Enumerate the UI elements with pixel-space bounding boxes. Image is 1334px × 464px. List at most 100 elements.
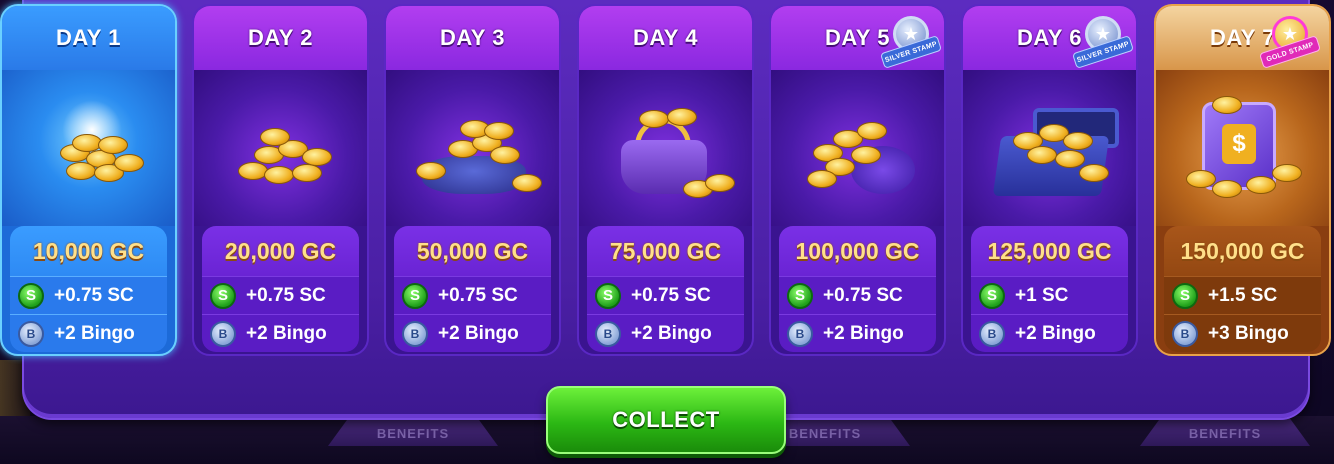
- bingo-text: +2 Bingo: [438, 322, 519, 344]
- coin-icon: [490, 146, 520, 164]
- gold-coins-amount: 10,000 GC: [10, 226, 167, 276]
- day-card-header: DAY 4: [579, 6, 752, 70]
- coin-icon: [667, 108, 697, 126]
- day-card-7[interactable]: DAY 7 $ ★ GOLD STAMP 150,000 GC S +1.5 S…: [1154, 4, 1331, 356]
- bingo-reward: B +2 Bingo: [779, 314, 936, 352]
- day-card-header: DAY 1: [2, 6, 175, 70]
- coin-icon: [1212, 96, 1242, 114]
- bingo-ball-icon: B: [402, 320, 428, 347]
- gold-coins-amount: 50,000 GC: [394, 226, 551, 276]
- collect-button[interactable]: COLLECT: [546, 386, 786, 454]
- coin-icon: [264, 166, 294, 184]
- dollar-sign-icon: $: [1222, 124, 1256, 164]
- bingo-text: +2 Bingo: [246, 322, 327, 344]
- sweeps-coin-icon: S: [18, 282, 44, 309]
- coin-icon: [1055, 150, 1085, 168]
- coin-icon: [98, 136, 128, 154]
- coin-icon: [1027, 146, 1057, 164]
- sweeps-coins-text: +0.75 SC: [246, 284, 326, 306]
- coin-icon: [260, 128, 290, 146]
- gold-coins-amount: 125,000 GC: [971, 226, 1128, 276]
- coin-icon: [807, 170, 837, 188]
- collect-button-label: COLLECT: [612, 407, 720, 432]
- benefits-tab[interactable]: BENEFITS: [328, 418, 498, 446]
- coin-icon: [1272, 164, 1302, 182]
- day-label: DAY 1: [56, 25, 121, 50]
- sweeps-coins-text: +0.75 SC: [54, 284, 134, 306]
- sweeps-coins-text: +0.75 SC: [438, 284, 518, 306]
- day-card-3[interactable]: DAY 3 50,000 GC S +0.75 SC B +2 Bingo: [384, 4, 561, 356]
- coin-safe-illustration: $: [1156, 70, 1329, 226]
- day-card-1[interactable]: DAY 1 10,000 GC S +0.75 SC B +2 Bingo: [0, 4, 177, 356]
- sweeps-coins-reward: S +0.75 SC: [587, 276, 744, 314]
- coin-icon: [416, 162, 446, 180]
- silver-stamp-badge: ★ SILVER STAMP: [1071, 14, 1135, 69]
- coin-icon: [1079, 164, 1109, 182]
- coins-pillow-illustration: [386, 70, 559, 226]
- benefits-tab[interactable]: BENEFITS: [1140, 418, 1310, 446]
- coin-icon: [705, 174, 735, 192]
- sweeps-coins-text: +0.75 SC: [823, 284, 903, 306]
- bingo-text: +2 Bingo: [54, 322, 135, 344]
- sweeps-coin-icon: S: [787, 282, 813, 309]
- coin-icon: [1212, 180, 1242, 198]
- sweeps-coins-reward: S +1 SC: [971, 276, 1128, 314]
- day-card-5[interactable]: DAY 5 ★ SILVER STAMP 100,000 GC S +0.75 …: [769, 4, 946, 356]
- coin-icon: [302, 148, 332, 166]
- coin-case-illustration: [963, 70, 1136, 226]
- bingo-ball-icon: B: [18, 320, 44, 347]
- day-card-header: DAY 2: [194, 6, 367, 70]
- gold-coins-amount: 100,000 GC: [779, 226, 936, 276]
- sweeps-coins-reward: S +0.75 SC: [394, 276, 551, 314]
- day-card-6[interactable]: DAY 6 ★ SILVER STAMP 125,000 GC S +1 SC …: [961, 4, 1138, 356]
- coin-purse-illustration: [579, 70, 752, 226]
- day-label: DAY 3: [440, 25, 505, 50]
- bingo-text: +2 Bingo: [823, 322, 904, 344]
- sweeps-coins-text: +1 SC: [1015, 284, 1069, 306]
- coin-icon: [114, 154, 144, 172]
- sweeps-coin-icon: S: [1172, 282, 1198, 309]
- coin-icon: [66, 162, 96, 180]
- bingo-ball-icon: B: [1172, 320, 1198, 347]
- day-label: DAY 2: [248, 25, 313, 50]
- coin-icon: [292, 164, 322, 182]
- sweeps-coin-icon: S: [210, 282, 236, 309]
- coin-icon: [1186, 170, 1216, 188]
- day-label: DAY 4: [633, 25, 698, 50]
- sweeps-coins-text: +1.5 SC: [1208, 284, 1278, 306]
- bingo-text: +3 Bingo: [1208, 322, 1289, 344]
- coin-icon: [1063, 132, 1093, 150]
- day-card-2[interactable]: DAY 2 20,000 GC S +0.75 SC B +2 Bingo: [192, 4, 369, 356]
- coin-icon: [1246, 176, 1276, 194]
- day-label: DAY 5: [825, 25, 890, 50]
- coin-icon: [851, 146, 881, 164]
- silver-stamp-badge: ★ SILVER STAMP: [879, 14, 943, 69]
- day-card-header: DAY 3: [386, 6, 559, 70]
- sweeps-coin-icon: S: [595, 282, 621, 309]
- bingo-text: +2 Bingo: [1015, 322, 1096, 344]
- bingo-ball-icon: B: [210, 320, 236, 347]
- bingo-reward: B +2 Bingo: [10, 314, 167, 352]
- gold-coins-amount: 20,000 GC: [202, 226, 359, 276]
- coin-icon: [639, 110, 669, 128]
- gold-coins-amount: 150,000 GC: [1164, 226, 1321, 276]
- sweeps-coins-reward: S +0.75 SC: [202, 276, 359, 314]
- bingo-reward: B +2 Bingo: [202, 314, 359, 352]
- bingo-reward: B +2 Bingo: [394, 314, 551, 352]
- bingo-text: +2 Bingo: [631, 322, 712, 344]
- coin-icon: [484, 122, 514, 140]
- bingo-reward: B +3 Bingo: [1164, 314, 1321, 352]
- day-card-4[interactable]: DAY 4 75,000 GC S +0.75 SC B +2 Bingo: [577, 4, 754, 356]
- bingo-reward: B +2 Bingo: [587, 314, 744, 352]
- sweeps-coins-reward: S +0.75 SC: [779, 276, 936, 314]
- coins-pile-illustration: [2, 70, 175, 226]
- gold-stamp-badge: ★ GOLD STAMP: [1258, 14, 1322, 69]
- bingo-ball-icon: B: [595, 320, 621, 347]
- sweeps-coins-text: +0.75 SC: [631, 284, 711, 306]
- sweeps-coin-icon: S: [979, 282, 1005, 309]
- bingo-ball-icon: B: [787, 320, 813, 347]
- coins-stack-illustration: [194, 70, 367, 226]
- gold-coins-amount: 75,000 GC: [587, 226, 744, 276]
- coin-bag-illustration: [771, 70, 944, 226]
- sweeps-coins-reward: S +0.75 SC: [10, 276, 167, 314]
